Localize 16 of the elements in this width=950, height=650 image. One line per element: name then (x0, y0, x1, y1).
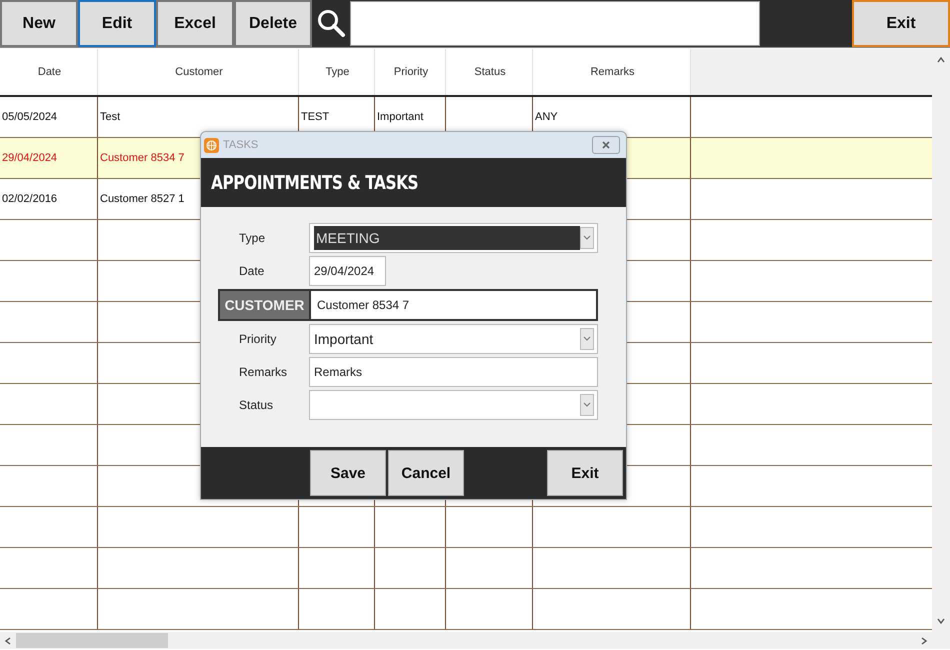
table-cell: 05/05/2024 (2, 111, 58, 123)
table-cell: ANY (535, 111, 558, 123)
field-label: Status (238, 398, 274, 412)
table-cell: Test (100, 111, 120, 123)
table-cell: 02/02/2016 (2, 193, 58, 205)
window-title: TASKS (223, 139, 260, 151)
field-label: Priority (238, 332, 278, 346)
table-cell: Customer 8534 7 (100, 152, 184, 164)
dialog-heading: APPOINTMENTS & TASKS (211, 172, 418, 194)
table-cell: TEST (301, 111, 330, 123)
table-cell: 29/04/2024 (2, 152, 58, 164)
field-label: Remarks (238, 365, 288, 379)
field-label: Type (238, 231, 266, 245)
table-cell: Customer 8527 1 (100, 193, 184, 205)
field-label: Date (238, 264, 266, 278)
table-cell: Important (377, 111, 424, 123)
